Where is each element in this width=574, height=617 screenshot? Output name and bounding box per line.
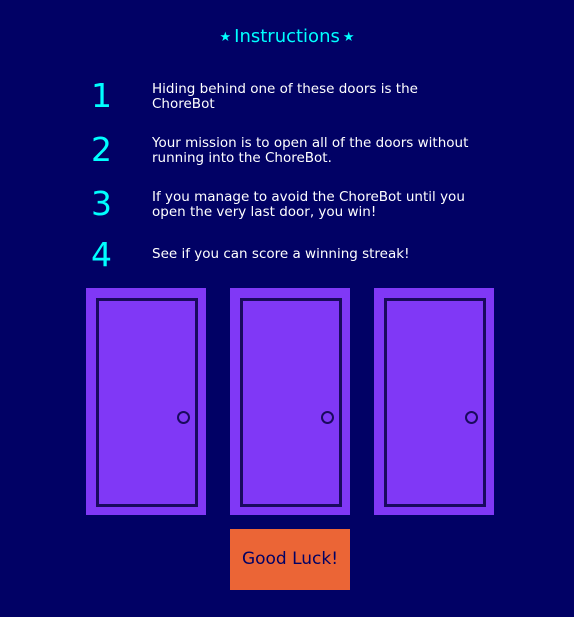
door-3[interactable] (374, 288, 494, 515)
step-number: 4 (91, 235, 112, 274)
step-text: If you manage to avoid the ChoreBot unti… (152, 189, 465, 220)
door-1[interactable] (86, 288, 206, 515)
door-panel (384, 298, 486, 507)
star-icon: ★ (342, 30, 355, 45)
door-panel (96, 298, 198, 507)
step-number: 2 (91, 130, 112, 169)
step-number: 1 (91, 76, 112, 115)
doorknob-icon (465, 411, 478, 424)
instructions-header: ★ Instructions ★ (0, 26, 574, 49)
step-text: See if you can score a winning streak! (152, 246, 410, 262)
step-text: Your mission is to open all of the doors… (152, 135, 469, 166)
star-icon: ★ (219, 30, 232, 45)
step-text: Hiding behind one of these doors is the … (152, 81, 418, 112)
door-2[interactable] (230, 288, 350, 515)
good-luck-button[interactable]: Good Luck! (230, 529, 350, 590)
doorknob-icon (177, 411, 190, 424)
step-number: 3 (91, 184, 112, 223)
doorknob-icon (321, 411, 334, 424)
door-panel (240, 298, 342, 507)
instructions-title: Instructions (234, 26, 340, 47)
